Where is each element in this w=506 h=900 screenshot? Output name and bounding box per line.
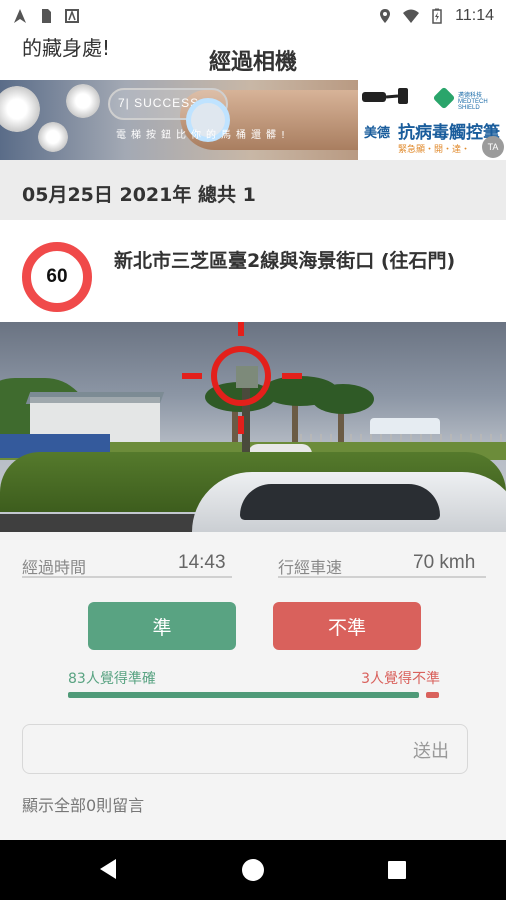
success-logo: 7| SUCCESS [118,96,200,110]
status-bar: 11:14 [0,0,506,32]
wifi-icon [403,9,420,23]
speed-limit-sign: 60 [22,242,92,312]
app-notification-icon [65,9,79,23]
tent [370,418,440,434]
street-view-photo[interactable] [0,322,506,532]
virus-graphic [38,122,68,152]
speed-value: 70 kmh [413,552,476,573]
location-icon [380,9,391,23]
ad-title-prefix: 美德 [364,126,391,141]
ad-image-right[interactable]: 邁德科技 MEDTECH SHIELD 美德 抗病毒觸控筆 緊急顯・開・達・ T… [358,80,506,160]
pass-time-value: 14:43 [178,552,226,573]
battery-icon [432,8,442,24]
ad-subtitle: 緊急顯・開・達・ [398,145,471,155]
camera-info: 60 新北市三芝區臺2線與海景街口 (往石門) [0,220,506,322]
accurate-button[interactable]: 準 [88,602,236,650]
inaccurate-button[interactable]: 不準 [273,602,421,650]
navigation-icon [14,9,26,23]
brand-name: 邁德科技 MEDTECH SHIELD [458,93,488,111]
inaccurate-vote-bar [426,692,439,698]
car-window [240,484,440,520]
comment-input[interactable]: 送出 [22,724,468,774]
show-all-comments-link[interactable]: 顯示全部0則留言 [22,792,144,816]
back-icon[interactable] [100,859,116,879]
crosshair-icon [182,322,302,434]
ad-caption: 電梯按鈕比你的馬桶還髒! [116,130,291,141]
divider [278,576,486,578]
date-summary: 05月25日 2021年 總共 1 [0,160,506,220]
virus-graphic [66,84,100,118]
palm-tree [312,384,374,414]
ad-choices-badge[interactable]: TA [482,136,504,158]
stylus-graphic [362,88,408,104]
divider [22,576,232,578]
recent-apps-icon[interactable] [388,861,406,879]
virus-graphic [0,86,40,132]
accurate-vote-bar [68,692,419,698]
accurate-count-text: 83人覺得準確 [68,671,156,687]
inaccurate-count-text: 3人覺得不準 [361,671,440,687]
pass-details: 經過時間 14:43 行經車速 70 kmh 準 不準 83人覺得準確 3人覺得… [0,532,506,840]
clock: 11:14 [455,7,494,24]
ad-image-left[interactable]: 7| SUCCESS 電梯按鈕比你的馬桶還髒! [0,80,360,160]
send-button[interactable]: 送出 [413,737,449,763]
brand-logo-icon [432,86,456,110]
home-icon[interactable] [242,859,264,881]
camera-location: 新北市三芝區臺2線與海景街口 (往石門) [114,250,456,272]
system-nav-bar [0,840,506,900]
sim-card-icon [42,9,51,23]
ad-banner[interactable]: 7| SUCCESS 電梯按鈕比你的馬桶還髒! 邁德科技 MEDTECH SHI… [0,80,506,160]
speed-label: 行經車速 [278,558,343,577]
page-title: 經過相機 [208,50,297,75]
pass-time-label: 經過時間 [22,558,87,577]
app-bar: 的藏身處! 經過相機 [0,32,506,80]
